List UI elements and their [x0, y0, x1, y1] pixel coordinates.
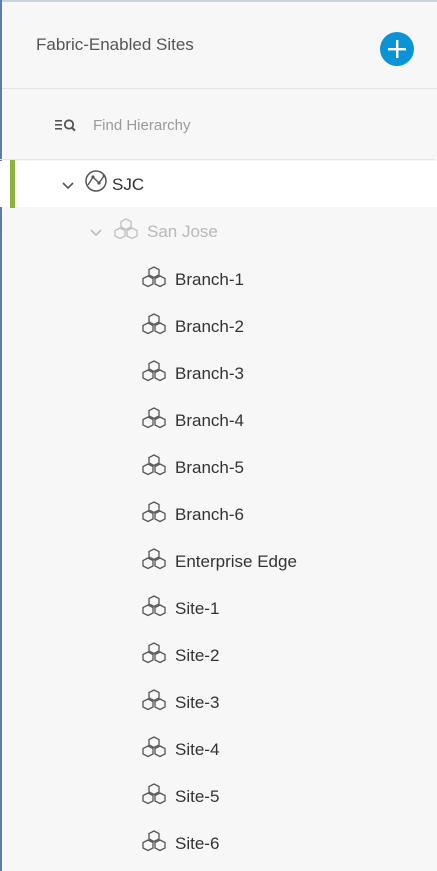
building-cubes-icon [142, 830, 166, 852]
tree-node-label: SJC [112, 175, 145, 194]
building-cubes-icon [142, 266, 166, 288]
tree-node-label: San Jose [147, 222, 218, 241]
tree-node-site[interactable]: Branch-3 [0, 350, 437, 396]
tree-node-site[interactable]: Branch-6 [0, 491, 437, 537]
tree-node-san-jose[interactable]: San Jose [0, 208, 437, 254]
tree-node-label: Site-2 [175, 646, 220, 665]
tree-node-label: Site-5 [175, 787, 220, 806]
tree-node-label: Branch-3 [175, 364, 244, 383]
chevron-down-icon[interactable] [62, 182, 74, 190]
tree-node-site[interactable]: Site-3 [0, 679, 437, 725]
chevron-down-icon[interactable] [90, 229, 102, 237]
tree-node-label: Enterprise Edge [175, 552, 297, 571]
tree-node-label: Branch-1 [175, 270, 244, 289]
tree-node-label: Branch-6 [175, 505, 244, 524]
building-cubes-icon [142, 736, 166, 758]
building-cubes-icon [114, 218, 138, 240]
tree-node-label: Site-1 [175, 599, 220, 618]
tree-node-site[interactable]: Site-6 [0, 820, 437, 866]
tree-node-label: Branch-5 [175, 458, 244, 477]
tree-node-site[interactable]: Site-2 [0, 632, 437, 678]
tree-node-site[interactable]: Site-1 [0, 585, 437, 631]
tree-node-site[interactable]: Site-4 [0, 726, 437, 772]
building-cubes-icon [142, 642, 166, 664]
building-cubes-icon [142, 783, 166, 805]
tree-node-site[interactable]: Branch-4 [0, 397, 437, 443]
building-cubes-icon [142, 689, 166, 711]
tree-node-site[interactable]: Branch-5 [0, 444, 437, 490]
tree-node-site[interactable]: Enterprise Edge [0, 538, 437, 584]
building-cubes-icon [142, 407, 166, 429]
tree-node-label: Site-6 [175, 834, 220, 853]
tree-node-label: Branch-2 [175, 317, 244, 336]
tree-node-label: Branch-4 [175, 411, 244, 430]
tree-node-sjc[interactable]: SJC [0, 161, 437, 207]
tree-node-label: Site-4 [175, 740, 220, 759]
tree-node-site[interactable]: Site-5 [0, 773, 437, 819]
building-cubes-icon [142, 313, 166, 335]
building-cubes-icon [142, 595, 166, 617]
globe-network-icon [85, 170, 107, 192]
building-cubes-icon [142, 548, 166, 570]
building-cubes-icon [142, 360, 166, 382]
tree-node-site[interactable]: Branch-1 [0, 256, 437, 302]
site-hierarchy-tree: SJC San Jose Branch-1 Branch-2 Branch-3 Bra… [0, 0, 437, 871]
tree-node-label: Site-3 [175, 693, 220, 712]
selection-indicator [10, 160, 15, 208]
building-cubes-icon [142, 501, 166, 523]
building-cubes-icon [142, 454, 166, 476]
tree-node-site[interactable]: Branch-2 [0, 303, 437, 349]
